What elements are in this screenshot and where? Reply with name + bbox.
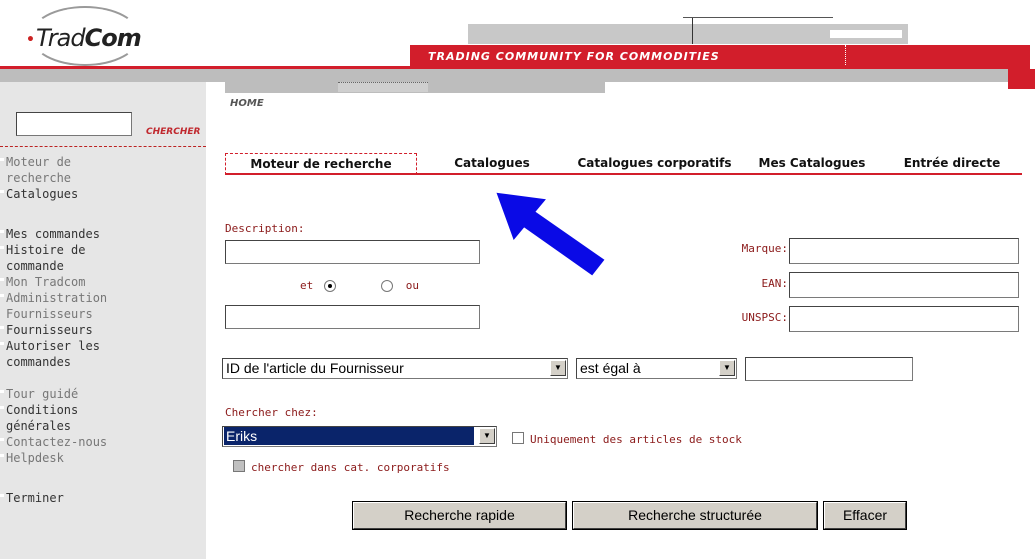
unspsc-label: UNSPSC: (741, 311, 788, 324)
sidebar-search-button[interactable]: CHERCHER (146, 127, 200, 137)
tab-moteur-de-recherche[interactable]: Moteur de recherche (225, 153, 417, 175)
sidebar-item-terminer[interactable]: Terminer (0, 490, 140, 506)
field-select[interactable]: ID de l'article du Fournisseur ▼ (222, 358, 568, 379)
operator-select-value: est égal à (580, 360, 641, 376)
chercher-chez-label: Chercher chez: (225, 406, 318, 419)
radio-ou[interactable] (381, 280, 394, 292)
description-input[interactable] (225, 240, 480, 264)
sidebar-item-autoriser[interactable]: Autoriser les commandes (0, 338, 140, 370)
header-red-block (1008, 69, 1035, 89)
tab-bar: Moteur de recherche Catalogues Catalogue… (225, 153, 1025, 177)
tab-mes-catalogues[interactable]: Mes Catalogues (742, 153, 882, 175)
header-notch (830, 30, 902, 38)
arrow-shape (496, 192, 605, 276)
tradcom-logo[interactable]: • TradCom (20, 6, 180, 66)
sidebar-item-mes-commandes[interactable]: Mes commandes (0, 226, 140, 242)
and-or-radio-group: et ou (300, 279, 419, 292)
tab-entree-directe[interactable]: Entrée directe (882, 153, 1022, 175)
breadcrumb[interactable]: HOME (230, 98, 264, 109)
banner-divider (845, 45, 846, 65)
logo-text: TradCom (36, 24, 142, 52)
radio-ou-label: ou (405, 279, 419, 292)
sidebar-divider (0, 146, 206, 147)
corporate-catalog-label: chercher dans cat. corporatifs (251, 461, 450, 474)
unspsc-input[interactable] (789, 306, 1019, 332)
header-gray-strip (0, 69, 1010, 82)
sidebar-item-helpdesk[interactable]: Helpdesk (0, 450, 140, 466)
sidebar-item-conditions[interactable]: Conditions générales (0, 402, 140, 434)
marque-label: Marque: (741, 242, 788, 255)
header-banner: TRADING COMMUNITY FOR COMMODITIES (410, 45, 1030, 67)
criteria-input[interactable] (745, 357, 913, 381)
sidebar-item-histoire[interactable]: Histoire de commande (0, 242, 140, 274)
ean-input[interactable] (789, 272, 1019, 298)
header-tick (692, 18, 693, 44)
chevron-down-icon[interactable]: ▼ (550, 360, 566, 376)
logo-bullet-icon: • (26, 32, 35, 48)
subheader-gray-tab (338, 82, 428, 92)
chevron-down-icon[interactable]: ▼ (479, 428, 495, 444)
logo-text-trad: Trad (36, 24, 86, 52)
clear-button[interactable]: Effacer (823, 501, 907, 530)
corporate-catalog-checkbox[interactable] (233, 460, 245, 472)
header-rule (683, 17, 833, 18)
sidebar-item-contact[interactable]: Contactez-nous (0, 434, 140, 450)
sidebar-search-input[interactable] (16, 112, 132, 136)
sidebar-item-mon-tradcom[interactable]: Mon Tradcom (0, 274, 140, 290)
sidebar-item-admin-fournisseurs[interactable]: Administration Fournisseurs (0, 290, 140, 322)
sidebar-nav: Moteur de recherche Catalogues Mes comma… (0, 154, 140, 506)
radio-et[interactable] (323, 280, 336, 292)
tab-catalogues[interactable]: Catalogues (417, 153, 567, 175)
logo-text-com: Com (84, 24, 142, 52)
supplier-select[interactable]: Eriks ▼ (222, 426, 497, 447)
supplier-select-value: Eriks (224, 427, 474, 445)
sidebar-item-moteur[interactable]: Moteur de recherche (0, 154, 140, 186)
quick-search-button[interactable]: Recherche rapide (352, 501, 567, 530)
field-select-value: ID de l'article du Fournisseur (226, 360, 404, 376)
stock-only-label: Uniquement des articles de stock (530, 433, 742, 446)
radio-et-label: et (300, 279, 314, 292)
sidebar-item-tour-guide[interactable]: Tour guidé (0, 386, 140, 402)
tab-catalogues-corporatifs[interactable]: Catalogues corporatifs (567, 153, 742, 175)
ean-label: EAN: (761, 277, 789, 290)
description-label: Description: (225, 222, 305, 235)
operator-select[interactable]: est égal à ▼ (576, 358, 737, 379)
description-input-2[interactable] (225, 305, 480, 329)
sidebar-item-fournisseurs[interactable]: Fournisseurs (0, 322, 140, 338)
blue-arrow-annotation (496, 192, 605, 276)
structured-search-button[interactable]: Recherche structurée (572, 501, 818, 530)
stock-only-checkbox[interactable] (512, 432, 524, 444)
chevron-down-icon[interactable]: ▼ (719, 360, 735, 376)
sidebar-item-catalogues[interactable]: Catalogues (0, 186, 140, 202)
marque-input[interactable] (789, 238, 1019, 264)
